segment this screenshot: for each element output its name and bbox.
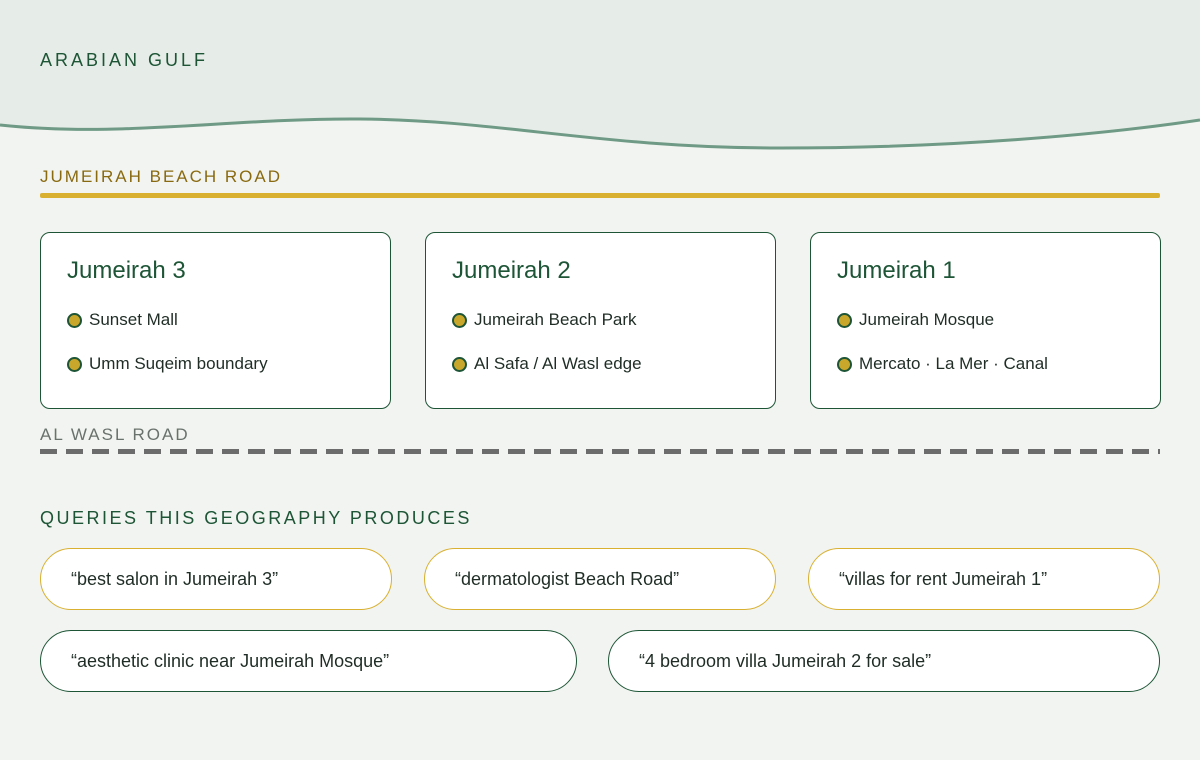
- query-text: “4 bedroom villa Jumeirah 2 for sale”: [639, 650, 932, 671]
- query-chip[interactable]: “dermatologist Beach Road”: [424, 548, 776, 610]
- query-chip[interactable]: “villas for rent Jumeirah 1”: [808, 548, 1160, 610]
- landmark-dot-icon: [837, 312, 852, 328]
- al-wasl-road-label: AL WASL ROAD: [40, 425, 190, 444]
- district-card-jumeirah-3[interactable]: Jumeirah 3 Sunset Mall Umm Suqeim bounda…: [40, 232, 391, 409]
- landmark-label: Jumeirah Mosque: [859, 310, 995, 329]
- sea-label: ARABIAN GULF: [40, 50, 209, 70]
- landmark-item: Jumeirah Beach Park: [452, 310, 637, 330]
- district-title: Jumeirah 1: [837, 257, 956, 284]
- landmark-label: Al Safa / Al Wasl edge: [474, 354, 642, 373]
- district-card-jumeirah-2[interactable]: Jumeirah 2 Jumeirah Beach Park Al Safa /…: [425, 232, 776, 409]
- district-title: Jumeirah 3: [67, 257, 186, 284]
- district-card-jumeirah-1[interactable]: Jumeirah 1 Jumeirah Mosque Mercato · La …: [810, 232, 1161, 409]
- landmark-label: Mercato · La Mer · Canal: [859, 354, 1048, 373]
- query-chip[interactable]: “4 bedroom villa Jumeirah 2 for sale”: [608, 630, 1160, 692]
- landmark-dot-icon: [67, 312, 82, 328]
- district-title: Jumeirah 2: [452, 257, 571, 284]
- landmark-dot-icon: [452, 356, 467, 372]
- landmark-dot-icon: [452, 312, 467, 328]
- landmark-item: Al Safa / Al Wasl edge: [452, 354, 642, 374]
- landmark-label: Jumeirah Beach Park: [474, 310, 637, 329]
- landmark-item: Jumeirah Mosque: [837, 310, 994, 330]
- landmark-item: Umm Suqeim boundary: [67, 354, 268, 374]
- landmark-label: Umm Suqeim boundary: [89, 354, 268, 373]
- beach-road-label: JUMEIRAH BEACH ROAD: [40, 167, 283, 186]
- beach-road-line: [40, 193, 1160, 198]
- query-text: “aesthetic clinic near Jumeirah Mosque”: [71, 650, 390, 671]
- query-text: “villas for rent Jumeirah 1”: [839, 568, 1048, 589]
- landmark-dot-icon: [67, 356, 82, 372]
- queries-heading: QUERIES THIS GEOGRAPHY PRODUCES: [40, 508, 472, 528]
- query-text: “best salon in Jumeirah 3”: [71, 568, 279, 589]
- al-wasl-road-line: [40, 449, 1160, 454]
- landmark-label: Sunset Mall: [89, 310, 178, 329]
- landmark-item: Mercato · La Mer · Canal: [837, 354, 1048, 374]
- query-chip[interactable]: “aesthetic clinic near Jumeirah Mosque”: [40, 630, 577, 692]
- landmark-dot-icon: [837, 356, 852, 372]
- query-chip[interactable]: “best salon in Jumeirah 3”: [40, 548, 392, 610]
- query-text: “dermatologist Beach Road”: [455, 568, 680, 589]
- landmark-item: Sunset Mall: [67, 310, 178, 330]
- sea-area: [0, 0, 1200, 150]
